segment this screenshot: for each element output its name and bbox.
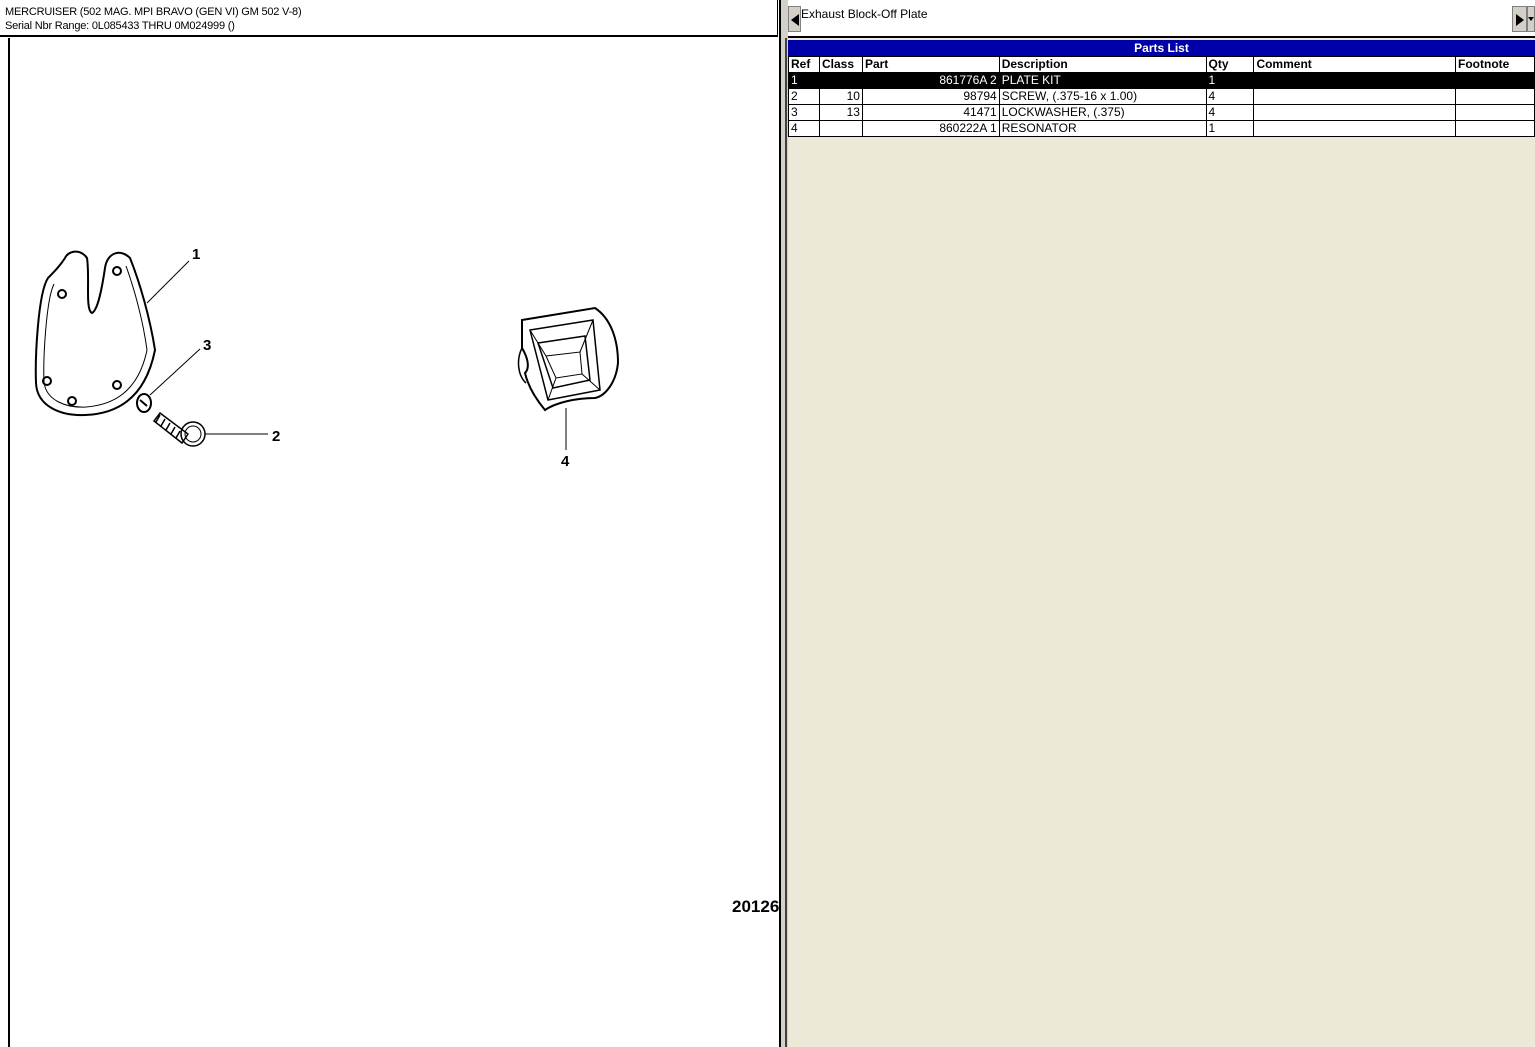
- section-dropdown-button[interactable]: [1527, 6, 1535, 32]
- section-title: Exhaust Block-Off Plate: [801, 7, 928, 21]
- part-resonator-drawing: [517, 306, 620, 412]
- dropdown-arrow-icon: [1528, 17, 1534, 21]
- col-header-qty[interactable]: Qty: [1205, 56, 1255, 73]
- model-header: MERCRUISER (502 MAG. MPI BRAVO (GEN VI) …: [0, 0, 778, 37]
- table-row[interactable]: 1 861776A 2 PLATE KIT 1: [788, 72, 1535, 89]
- col-header-class[interactable]: Class: [818, 56, 863, 73]
- section-title-bar: Exhaust Block-Off Plate: [788, 0, 1535, 38]
- cell-comment: [1253, 72, 1457, 89]
- cell-footnote: [1455, 72, 1535, 89]
- cell-class: 10: [818, 88, 863, 105]
- parts-table-header: Ref Class Part Description Qty Comment F…: [788, 56, 1535, 73]
- cell-qty: 1: [1205, 72, 1255, 89]
- cell-comment: [1253, 88, 1457, 105]
- serial-range: Serial Nbr Range: 0L085433 THRU 0M024999…: [5, 20, 235, 32]
- cell-description: LOCKWASHER, (.375): [998, 104, 1207, 121]
- table-row[interactable]: 2 10 98794 SCREW, (.375-16 x 1.00) 4: [788, 88, 1535, 105]
- part-lockwasher-drawing: [136, 393, 152, 413]
- cell-part: 41471: [861, 104, 1000, 121]
- parts-list-title: Parts List: [788, 40, 1535, 56]
- cell-description: SCREW, (.375-16 x 1.00): [998, 88, 1207, 105]
- figure-number: 20126: [732, 897, 780, 916]
- splitter-edge-inner: [785, 38, 787, 1047]
- cell-part: 98794: [861, 88, 1000, 105]
- cell-footnote: [1455, 120, 1535, 137]
- exploded-view-drawing[interactable]: 1 3 2 4: [10, 38, 778, 1047]
- col-header-part[interactable]: Part: [861, 56, 1000, 73]
- parts-table: Ref Class Part Description Qty Comment F…: [788, 56, 1535, 137]
- splitter-edge: [779, 0, 781, 1047]
- table-row[interactable]: 3 13 41471 LOCKWASHER, (.375) 4: [788, 104, 1535, 121]
- callout-2[interactable]: 2: [272, 428, 280, 445]
- cell-ref: 3: [788, 104, 820, 121]
- cell-class: [818, 120, 863, 137]
- diagram-pane: MERCRUISER (502 MAG. MPI BRAVO (GEN VI) …: [0, 0, 779, 1047]
- model-title: MERCRUISER (502 MAG. MPI BRAVO (GEN VI) …: [5, 6, 302, 18]
- cell-class: 13: [818, 104, 863, 121]
- callout-1[interactable]: 1: [192, 246, 200, 263]
- cell-footnote: [1455, 88, 1535, 105]
- cell-ref: 1: [788, 72, 820, 89]
- cell-qty: 4: [1205, 88, 1255, 105]
- cell-description: PLATE KIT: [998, 72, 1207, 89]
- leader-lines: [146, 260, 567, 450]
- parts-illustration: 1 3 2 4: [34, 246, 620, 470]
- cell-part: 860222A 1: [861, 120, 1000, 137]
- cell-footnote: [1455, 104, 1535, 121]
- cell-ref: 2: [788, 88, 820, 105]
- col-header-description[interactable]: Description: [998, 56, 1207, 73]
- cell-ref: 4: [788, 120, 820, 137]
- col-header-ref[interactable]: Ref: [788, 56, 820, 73]
- cell-class: [818, 72, 863, 89]
- right-arrow-icon: [1516, 14, 1524, 26]
- callout-4[interactable]: 4: [561, 453, 570, 470]
- table-row[interactable]: 4 860222A 1 RESONATOR 1: [788, 120, 1535, 137]
- cell-part: 861776A 2: [861, 72, 1000, 89]
- col-header-footnote[interactable]: Footnote: [1455, 56, 1535, 73]
- cell-comment: [1253, 104, 1457, 121]
- part-screw-drawing: [152, 411, 206, 447]
- previous-section-button[interactable]: [788, 6, 801, 32]
- left-arrow-icon: [791, 14, 799, 26]
- part-plate-drawing: [34, 250, 157, 417]
- cell-description: RESONATOR: [998, 120, 1207, 137]
- cell-qty: 1: [1205, 120, 1255, 137]
- next-section-button[interactable]: [1512, 6, 1527, 32]
- col-header-comment[interactable]: Comment: [1253, 56, 1457, 73]
- cell-qty: 4: [1205, 104, 1255, 121]
- parts-pane: Exhaust Block-Off Plate Parts List Ref C…: [788, 0, 1535, 1047]
- callout-3[interactable]: 3: [203, 337, 211, 354]
- cell-comment: [1253, 120, 1457, 137]
